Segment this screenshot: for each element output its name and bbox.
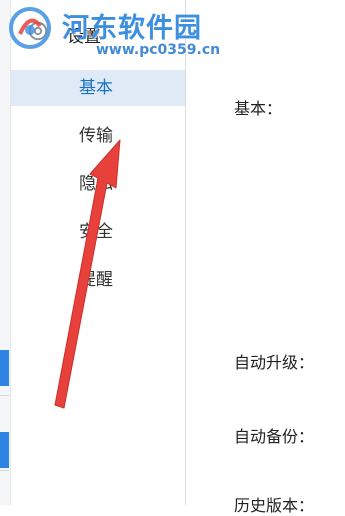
settings-sidebar: 设置 基本 传输 隐私 安全 提醒 bbox=[11, 0, 186, 505]
sidebar-item-transfer[interactable]: 传输 bbox=[11, 118, 185, 154]
background-app-strip bbox=[0, 0, 11, 505]
section-basic-label: 基本： bbox=[234, 99, 283, 118]
sidebar-item-reminder[interactable]: 提醒 bbox=[11, 262, 185, 298]
section-auto-backup-label: 自动备份： bbox=[234, 427, 315, 446]
settings-content: 基本： 自动升级： 自动备份： 历史版本： bbox=[186, 0, 345, 515]
section-history-version-label: 历史版本： bbox=[234, 496, 315, 515]
settings-title: 设置 bbox=[67, 27, 101, 47]
settings-titlebar: 设置 bbox=[11, 0, 185, 60]
gear-icon bbox=[28, 21, 48, 41]
background-app-highlight bbox=[0, 432, 9, 468]
background-app-highlight bbox=[0, 350, 9, 386]
background-app-divider bbox=[0, 470, 9, 471]
sidebar-item-privacy[interactable]: 隐私 bbox=[11, 166, 185, 202]
section-auto-upgrade-label: 自动升级： bbox=[234, 353, 315, 372]
settings-window: 设置 基本 传输 隐私 安全 提醒 基本： 自动升级： 自动备份： 历史版本： … bbox=[0, 0, 345, 515]
sidebar-item-security[interactable]: 安全 bbox=[11, 214, 185, 250]
sidebar-item-basic[interactable]: 基本 bbox=[11, 70, 185, 106]
background-app-divider bbox=[0, 395, 9, 396]
